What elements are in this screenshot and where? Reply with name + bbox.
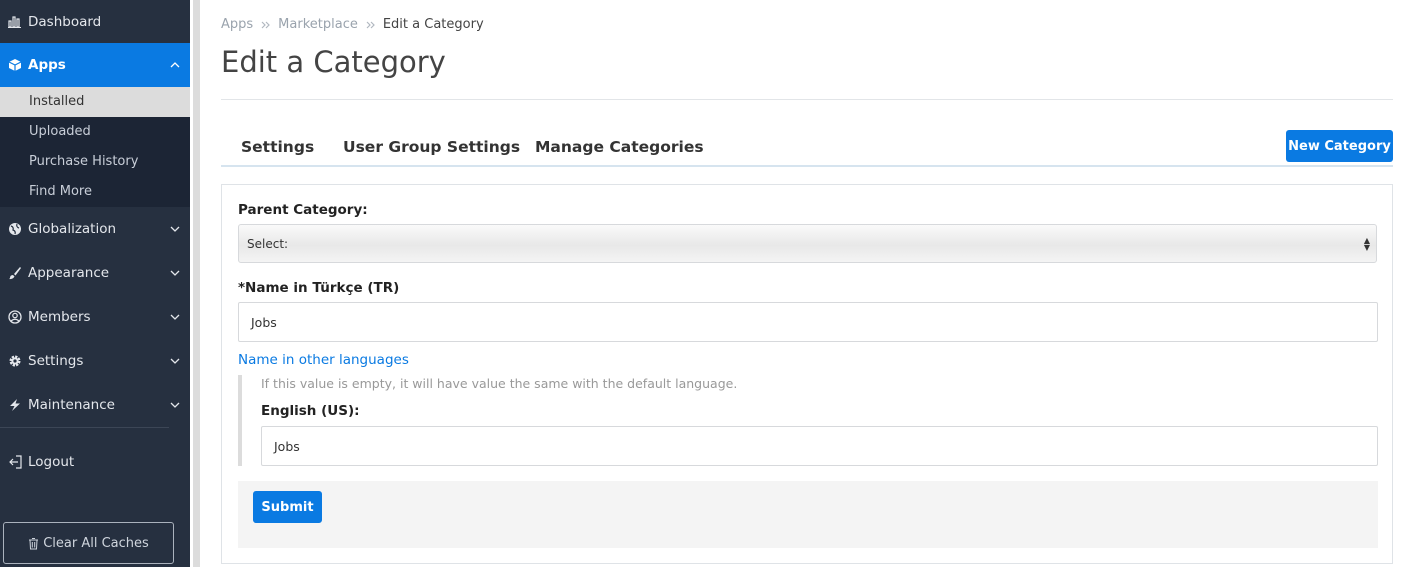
- clear-all-caches-button[interactable]: Clear All Caches: [3, 522, 174, 564]
- bolt-icon: [0, 398, 28, 412]
- breadcrumb-item-marketplace[interactable]: Marketplace: [278, 17, 358, 32]
- clear-all-caches-label: Clear All Caches: [43, 535, 149, 551]
- double-chevron-right-icon: [366, 21, 375, 29]
- name-tr-input[interactable]: Jobs: [238, 302, 1378, 342]
- chevron-down-icon: [160, 270, 190, 276]
- cube-icon: [0, 58, 28, 72]
- logout-icon: [0, 455, 28, 469]
- sidebar-item-maintenance[interactable]: Maintenance: [0, 383, 190, 427]
- sidebar-item-label: Apps: [28, 57, 66, 73]
- chart-bar-icon: [0, 15, 28, 28]
- english-value: Jobs: [274, 438, 300, 454]
- category-form: Parent Category: Select: ▲ ▼ *Name in Tür…: [221, 184, 1393, 564]
- name-tr-value: Jobs: [251, 314, 277, 330]
- sidebar: Dashboard Apps Installed Uploaded Purcha…: [0, 0, 190, 567]
- submenu-item-installed[interactable]: Installed: [0, 87, 190, 117]
- double-chevron-right-icon: [261, 21, 271, 29]
- tab-bar: Settings User Group Settings Manage Cate…: [221, 136, 1393, 167]
- brush-icon: [0, 266, 28, 280]
- sidebar-item-dashboard[interactable]: Dashboard: [0, 0, 190, 43]
- sidebar-item-label: Globalization: [28, 221, 117, 237]
- tab-user-group-settings[interactable]: User Group Settings: [343, 138, 520, 156]
- name-other-languages-link[interactable]: Name in other languages: [238, 352, 409, 368]
- form-footer: Submit: [238, 481, 1378, 548]
- english-label: English (US):: [261, 403, 360, 419]
- user-circle-icon: [0, 310, 28, 324]
- other-languages-hint: If this value is empty, it will have val…: [261, 376, 738, 391]
- sidebar-item-label: Members: [28, 309, 91, 325]
- name-tr-label: *Name in Türkçe (TR): [238, 280, 400, 296]
- breadcrumb-item-current: Edit a Category: [382, 17, 484, 32]
- chevron-down-icon: [160, 226, 190, 232]
- apps-submenu: Installed Uploaded Purchase History Find…: [0, 87, 190, 207]
- tab-manage-categories[interactable]: Manage Categories: [535, 138, 704, 156]
- submit-button[interactable]: Submit: [253, 491, 322, 523]
- globe-icon: [0, 222, 28, 236]
- page-title: Edit a Category: [221, 45, 446, 79]
- sidebar-item-label: Maintenance: [28, 397, 115, 413]
- trash-icon: [28, 537, 39, 550]
- sidebar-divider: [0, 427, 169, 428]
- sidebar-item-logout[interactable]: Logout: [0, 440, 190, 484]
- new-category-button[interactable]: New Category: [1286, 130, 1393, 162]
- title-divider: [221, 99, 1393, 100]
- gear-icon: [0, 354, 28, 368]
- scrollbar-track[interactable]: [193, 0, 200, 567]
- sidebar-item-settings[interactable]: Settings: [0, 339, 190, 383]
- submenu-item-find-more[interactable]: Find More: [0, 177, 190, 207]
- sidebar-item-label: Appearance: [28, 265, 110, 281]
- sidebar-item-label: Settings: [28, 353, 84, 369]
- sidebar-scrollbar[interactable]: [190, 0, 203, 567]
- chevron-down-icon: [160, 402, 190, 408]
- chevron-up-icon: [160, 62, 190, 68]
- chevron-down-icon: [160, 314, 190, 320]
- chevron-down-icon: [160, 358, 190, 364]
- english-input[interactable]: Jobs: [261, 426, 1378, 466]
- sidebar-item-members[interactable]: Members: [0, 295, 190, 339]
- tab-settings[interactable]: Settings: [241, 138, 314, 156]
- sidebar-item-label: Logout: [28, 454, 75, 470]
- parent-category-value: Select:: [247, 236, 289, 251]
- sidebar-item-appearance[interactable]: Appearance: [0, 251, 190, 295]
- other-languages-section: If this value is empty, it will have val…: [238, 375, 1378, 466]
- breadcrumb-item-apps[interactable]: Apps: [221, 17, 253, 32]
- parent-category-select[interactable]: Select: ▲ ▼: [238, 224, 1377, 263]
- parent-category-label: Parent Category:: [238, 202, 368, 218]
- sidebar-item-globalization[interactable]: Globalization: [0, 207, 190, 251]
- submenu-item-purchase-history[interactable]: Purchase History: [0, 147, 190, 177]
- sidebar-item-apps[interactable]: Apps: [0, 43, 190, 87]
- sidebar-item-label: Dashboard: [28, 13, 102, 30]
- submenu-item-uploaded[interactable]: Uploaded: [0, 117, 190, 147]
- breadcrumb: Apps Marketplace Edit a Category: [221, 17, 484, 32]
- select-arrows-icon: ▲ ▼: [1363, 236, 1370, 252]
